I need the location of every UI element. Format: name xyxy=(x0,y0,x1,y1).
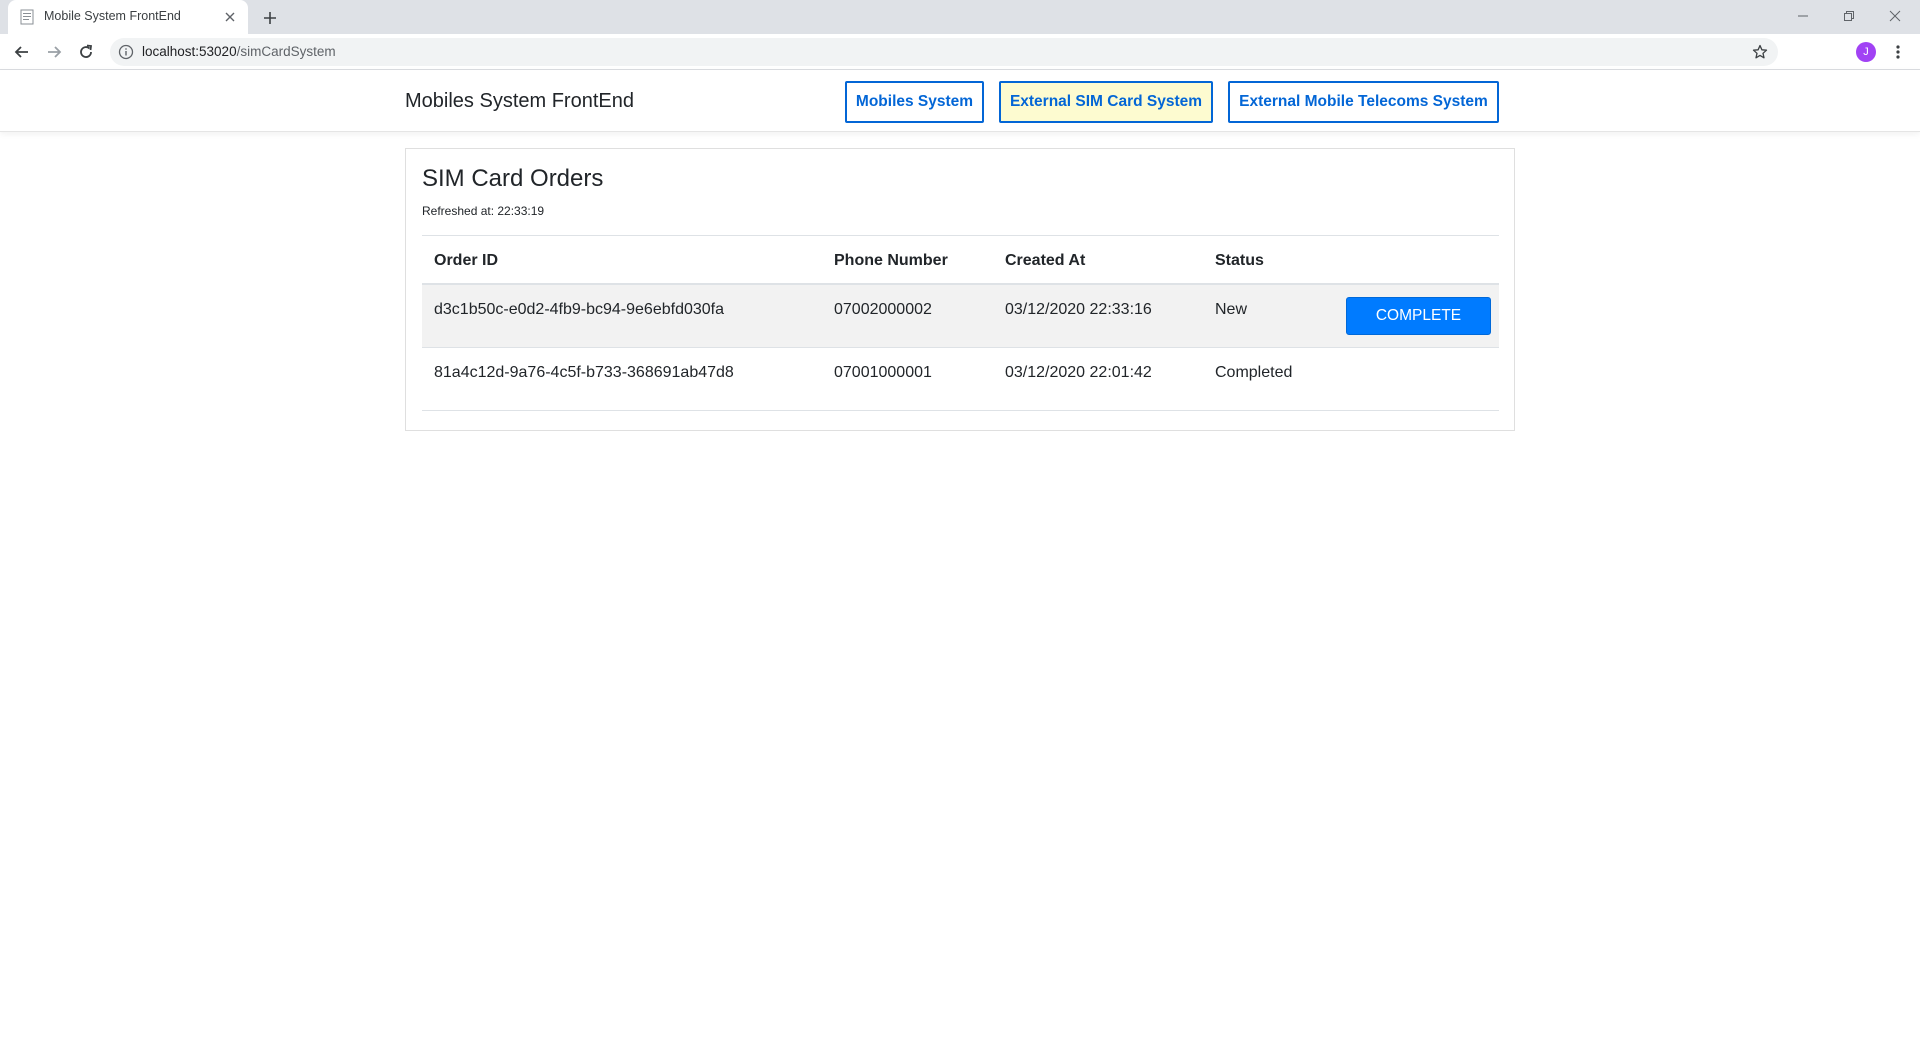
page-favicon-icon xyxy=(20,9,35,25)
nav-link-external-mobile-telecoms-system[interactable]: External Mobile Telecoms System xyxy=(1228,81,1499,123)
window-close-icon[interactable] xyxy=(1872,2,1918,30)
created-at-cell: 03/12/2020 22:01:42 xyxy=(1005,364,1152,381)
nav-link-external-sim-card-system[interactable]: External SIM Card System xyxy=(999,81,1213,123)
browser-tab[interactable]: Mobile System FrontEnd xyxy=(8,0,248,34)
info-icon[interactable] xyxy=(118,44,134,60)
status-cell: New xyxy=(1215,301,1248,318)
phone-number-cell: 07002000002 xyxy=(834,301,932,318)
complete-button[interactable]: COMPLETE xyxy=(1346,297,1491,335)
table-row: d3c1b50c-e0d2-4fb9-bc94-9e6ebfd030fa 070… xyxy=(422,285,1499,348)
site-brand[interactable]: Mobiles System FrontEnd xyxy=(405,90,634,113)
tab-title: Mobile System FrontEnd xyxy=(44,9,181,23)
url-path: /simCardSystem xyxy=(236,44,336,59)
url-text: localhost:53020/simCardSystem xyxy=(142,44,336,59)
column-header-phone-number: Phone Number xyxy=(834,252,948,269)
browser-toolbar: localhost:53020/simCardSystem J xyxy=(0,34,1920,70)
close-icon[interactable] xyxy=(220,7,240,27)
refreshed-timestamp: Refreshed at: 22:33:19 xyxy=(422,204,545,218)
order-id-cell: 81a4c12d-9a76-4c5f-b733-368691ab47d8 xyxy=(434,364,734,381)
status-cell: Completed xyxy=(1215,364,1293,381)
sim-card-orders-panel: SIM Card Orders Refreshed at: 22:33:19 O… xyxy=(405,148,1515,431)
site-navbar: Mobiles System FrontEnd Mobiles System E… xyxy=(0,70,1920,132)
more-vert-icon[interactable] xyxy=(1888,42,1908,62)
phone-number-cell: 07001000001 xyxy=(834,364,932,381)
table-row: 81a4c12d-9a76-4c5f-b733-368691ab47d8 070… xyxy=(422,348,1499,411)
minimize-icon[interactable] xyxy=(1780,2,1826,30)
column-header-order-id: Order ID xyxy=(434,252,499,269)
order-id-cell: d3c1b50c-e0d2-4fb9-bc94-9e6ebfd030fa xyxy=(434,301,725,318)
reload-icon[interactable] xyxy=(74,40,98,64)
table-header-row: Order ID Phone Number Created At Status xyxy=(422,235,1499,285)
browser-tab-strip: Mobile System FrontEnd xyxy=(0,0,1920,34)
restore-icon[interactable] xyxy=(1826,2,1872,30)
page-title: SIM Card Orders xyxy=(422,165,604,192)
created-at-cell: 03/12/2020 22:33:16 xyxy=(1005,301,1152,318)
plus-icon[interactable] xyxy=(258,6,282,30)
column-header-created-at: Created At xyxy=(1005,252,1086,269)
back-arrow-icon[interactable] xyxy=(10,40,34,64)
nav-link-mobiles-system[interactable]: Mobiles System xyxy=(845,81,984,123)
profile-avatar[interactable]: J xyxy=(1856,42,1876,62)
page-content: Mobiles System FrontEnd Mobiles System E… xyxy=(0,70,1920,1040)
forward-arrow-icon[interactable] xyxy=(42,40,66,64)
url-host: localhost:53020 xyxy=(142,44,237,59)
column-header-status: Status xyxy=(1215,252,1264,269)
star-icon[interactable] xyxy=(1750,42,1770,62)
address-bar[interactable]: localhost:53020/simCardSystem xyxy=(110,38,1778,66)
